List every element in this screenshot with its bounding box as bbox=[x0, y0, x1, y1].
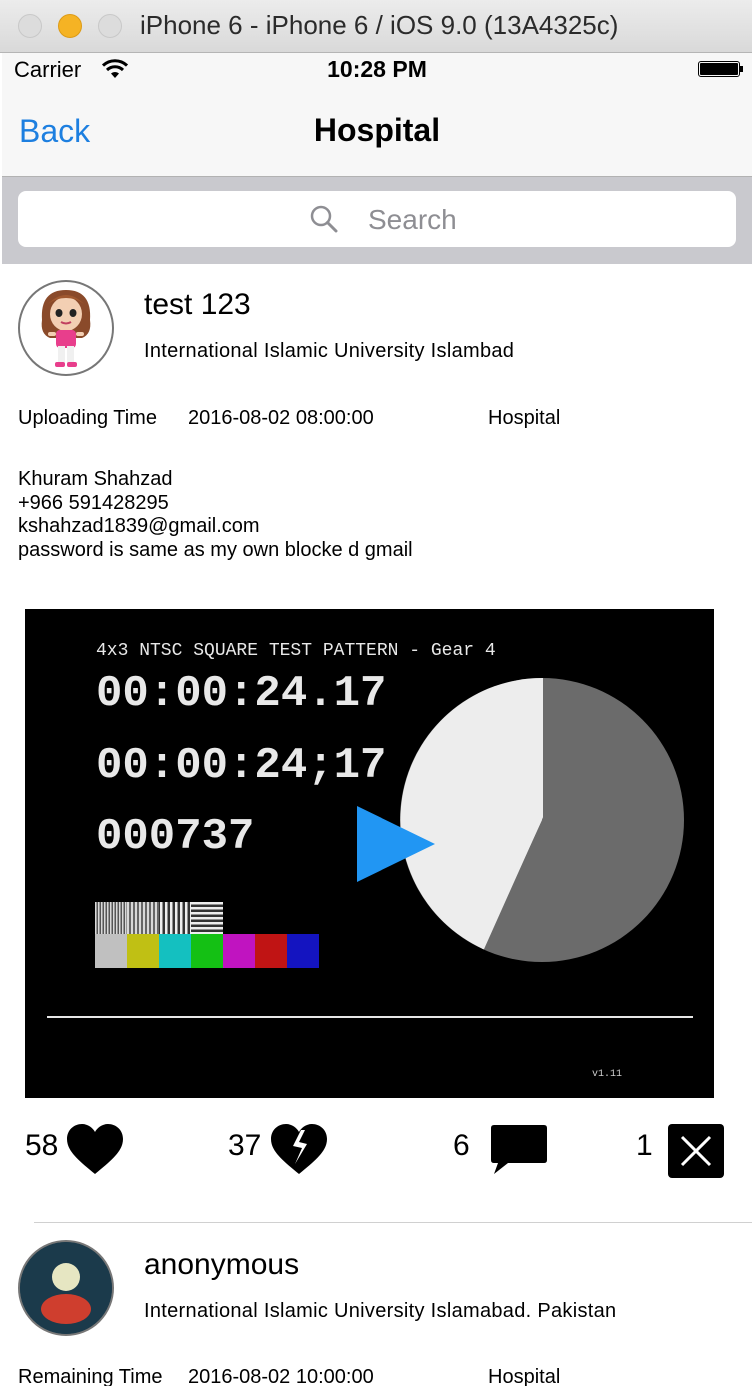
time-value: 2016-08-02 10:00:00 bbox=[188, 1366, 374, 1386]
search-bar: Search bbox=[2, 177, 752, 264]
status-bar: Carrier 10:28 PM bbox=[2, 53, 752, 87]
video-baseline bbox=[47, 1016, 693, 1018]
window-title: iPhone 6 - iPhone 6 / iOS 9.0 (13A4325c) bbox=[140, 10, 619, 40]
post-description: Khuram Shahzad +966 591428295 kshahzad18… bbox=[18, 468, 413, 562]
description-line: password is same as my own blocke d gmai… bbox=[18, 538, 413, 561]
user-avatar-icon bbox=[20, 1242, 112, 1334]
post-institution: International Islamic University Islamba… bbox=[144, 340, 515, 362]
close-icon[interactable] bbox=[668, 1124, 724, 1178]
time-value: 2016-08-02 08:00:00 bbox=[188, 407, 374, 429]
page-title: Hospital bbox=[313, 112, 441, 148]
comment-icon[interactable] bbox=[490, 1124, 548, 1176]
description-line: kshahzad1839@gmail.com bbox=[18, 515, 260, 537]
avatar[interactable] bbox=[18, 1240, 114, 1336]
search-icon bbox=[310, 205, 338, 233]
post-category: Hospital bbox=[488, 1366, 561, 1386]
post-institution: International Islamic University Islamab… bbox=[144, 1300, 617, 1322]
post-category: Hospital bbox=[488, 407, 561, 429]
status-time: 10:28 PM bbox=[327, 56, 427, 82]
video-timecode: 00:00:24.17 bbox=[96, 669, 387, 719]
user-avatar-icon bbox=[41, 290, 91, 367]
description-line: +966 591428295 bbox=[18, 491, 169, 514]
simulator-screen: Carrier 10:28 PM Back Hospital Search te… bbox=[2, 53, 752, 1386]
avatar[interactable] bbox=[18, 280, 114, 376]
time-label: Remaining Time bbox=[18, 1366, 163, 1386]
video-player[interactable]: 4x3 NTSC SQUARE TEST PATTERN - Gear 4 00… bbox=[25, 609, 714, 1098]
minimize-window-button[interactable] bbox=[58, 14, 82, 38]
video-timecode: 00:00:24;17 bbox=[96, 741, 387, 791]
video-caption: 4x3 NTSC SQUARE TEST PATTERN - Gear 4 bbox=[96, 641, 496, 661]
video-frame-counter: 000737 bbox=[96, 812, 255, 862]
search-input[interactable]: Search bbox=[18, 191, 736, 247]
time-label: Uploading Time bbox=[18, 407, 157, 429]
heart-icon[interactable] bbox=[66, 1124, 124, 1176]
comment-count: 6 bbox=[453, 1129, 470, 1162]
play-icon[interactable] bbox=[355, 804, 437, 886]
post-divider bbox=[34, 1222, 752, 1223]
post-username[interactable]: anonymous bbox=[144, 1248, 299, 1282]
post-actions: 58 37 6 1 bbox=[2, 1124, 752, 1184]
description-line: Khuram Shahzad bbox=[18, 468, 173, 490]
color-bars bbox=[95, 902, 319, 968]
close-window-button[interactable] bbox=[18, 14, 42, 38]
dislike-count: 37 bbox=[228, 1129, 262, 1162]
broken-heart-icon[interactable] bbox=[270, 1124, 328, 1176]
zoom-window-button[interactable] bbox=[98, 14, 122, 38]
video-version: v1.11 bbox=[592, 1069, 623, 1080]
post-username[interactable]: test 123 bbox=[144, 288, 251, 322]
test-pattern-circle bbox=[400, 678, 684, 962]
navigation-bar: Back Hospital bbox=[2, 87, 752, 177]
search-placeholder: Search bbox=[368, 204, 457, 235]
like-count: 58 bbox=[25, 1129, 59, 1162]
battery-icon bbox=[698, 61, 743, 77]
report-count: 1 bbox=[636, 1129, 653, 1162]
window-titlebar: iPhone 6 - iPhone 6 / iOS 9.0 (13A4325c) bbox=[0, 0, 752, 53]
